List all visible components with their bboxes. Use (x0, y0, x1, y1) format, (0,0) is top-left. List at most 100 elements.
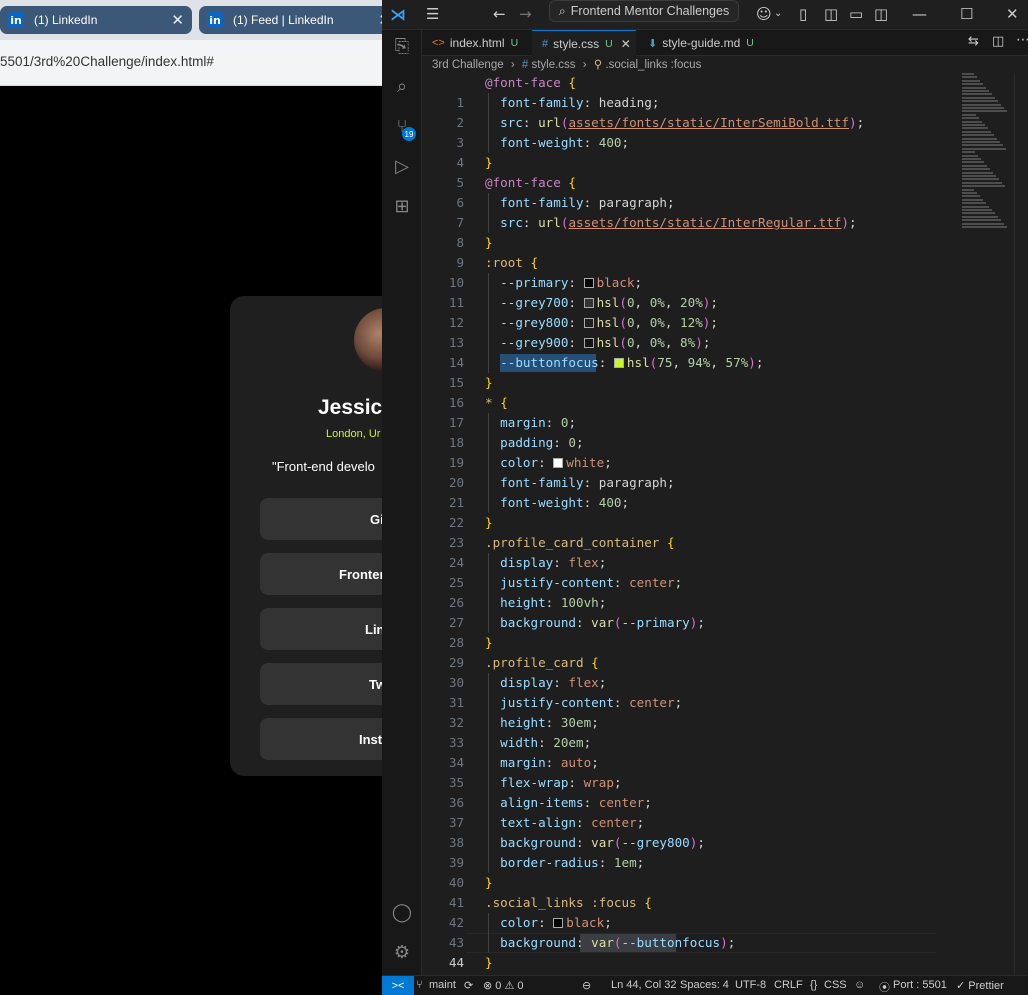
split-editor-icon[interactable]: ◫ (992, 34, 1004, 49)
code-line[interactable]: .profile_card { (485, 653, 599, 673)
browser-tab-linkedin[interactable]: in (1) LinkedIn ✕ (0, 6, 192, 34)
code-line[interactable]: justify-content: center; (485, 573, 682, 593)
code-line[interactable]: src: url(assets/fonts/static/InterRegula… (485, 213, 856, 233)
language-mode[interactable]: CSS (824, 979, 847, 991)
code-line[interactable]: :root { (485, 253, 538, 273)
code-line[interactable]: width: 20em; (485, 733, 591, 753)
copilot-icon[interactable]: ☺ (854, 979, 865, 991)
browser-tab-label: (1) LinkedIn (34, 13, 98, 27)
code-line[interactable]: flex-wrap: wrap; (485, 773, 621, 793)
copilot-icon[interactable]: ☺ (756, 5, 772, 23)
code-line[interactable]: padding: 0; (485, 433, 583, 453)
code-line[interactable]: } (485, 873, 493, 893)
breadcrumb-symbol[interactable]: .social_links :focus (605, 59, 701, 71)
code-line[interactable]: } (485, 233, 493, 253)
code-line[interactable]: .social_links :focus { (485, 893, 652, 913)
close-icon[interactable]: ✕ (621, 37, 631, 51)
minimize-icon[interactable]: — (912, 5, 927, 23)
account-icon[interactable]: ◯ (390, 902, 414, 926)
code-line[interactable]: --primary: black; (485, 273, 642, 293)
code-line[interactable]: --grey800: hsl(0, 0%, 12%); (485, 313, 718, 333)
code-line[interactable]: background: var(--buttonfocus); (485, 933, 735, 953)
code-line[interactable]: --grey900: hsl(0, 0%, 8%); (485, 333, 710, 353)
toggle-panel-icon[interactable]: ▭ (849, 5, 863, 23)
code-line[interactable]: display: flex; (485, 673, 606, 693)
code-line[interactable]: src: url(assets/fonts/static/InterSemiBo… (485, 113, 864, 133)
code-line[interactable]: font-family: heading; (485, 93, 659, 113)
code-line[interactable]: .profile_card_container { (485, 533, 675, 553)
zoom-icon[interactable]: ⊖ (582, 979, 591, 992)
code-line[interactable]: font-weight: 400; (485, 493, 629, 513)
sync-icon[interactable]: ⟳ (464, 979, 473, 992)
editor-scrollbar[interactable] (1014, 73, 1028, 975)
cursor-position[interactable]: Ln 44, Col 32 (611, 979, 676, 991)
code-line[interactable]: height: 30em; (485, 713, 599, 733)
menu-icon[interactable]: ☰ (426, 5, 439, 23)
prettier-status[interactable]: ✓ Prettier (956, 979, 1004, 992)
code-line[interactable]: display: flex; (485, 553, 606, 573)
branch-name[interactable]: maint (429, 979, 456, 991)
breadcrumb-file[interactable]: style.css (531, 59, 575, 71)
remote-indicator[interactable]: >< (382, 976, 414, 995)
breadcrumb-folder[interactable]: 3rd Challenge (432, 59, 504, 71)
code-line[interactable]: background: var(--primary); (485, 613, 705, 633)
line-ending[interactable]: CRLF (774, 979, 803, 991)
code-line[interactable]: font-family: paragraph; (485, 473, 674, 493)
code-line[interactable]: --grey700: hsl(0, 0%, 20%); (485, 293, 718, 313)
tab-style-guide-md[interactable]: ⬇ style-guide.md U (638, 30, 768, 56)
encoding[interactable]: UTF-8 (735, 979, 766, 991)
browser-tab-feed[interactable]: in (1) Feed | LinkedIn ✕ (199, 6, 399, 34)
code-line[interactable]: } (485, 153, 493, 173)
code-line[interactable]: } (485, 373, 493, 393)
minimap-line (962, 168, 990, 171)
more-actions-icon[interactable]: ⋯ (1016, 32, 1028, 48)
code-line[interactable]: border-radius: 1em; (485, 853, 644, 873)
code-line[interactable]: color: white; (485, 453, 612, 473)
code-line[interactable]: } (485, 633, 493, 653)
code-line[interactable]: text-align: center; (485, 813, 644, 833)
toggle-secondary-sidebar-icon[interactable]: ◫ (874, 5, 888, 23)
close-window-icon[interactable]: ✕ (1006, 5, 1019, 23)
code-line[interactable]: } (485, 953, 493, 973)
code-line[interactable]: margin: 0; (485, 413, 576, 433)
address-bar[interactable]: 5501/3rd%20Challenge/index.html# (0, 40, 390, 86)
toggle-sidebar-icon[interactable]: ◫ (824, 5, 838, 23)
customize-layout-icon[interactable]: ▯ (799, 5, 807, 23)
code-line[interactable]: @font-face { (485, 73, 576, 93)
code-line[interactable]: margin: auto; (485, 753, 599, 773)
explorer-icon[interactable]: ⎘ (390, 36, 414, 60)
extensions-icon[interactable]: ⊞ (390, 196, 414, 220)
maximize-icon[interactable]: ☐ (960, 5, 973, 23)
tab-style-css[interactable]: # style.css U ✕ (532, 30, 636, 56)
code-line[interactable]: --buttonfocus: hsl(75, 94%, 57%); (485, 353, 763, 373)
url-text[interactable]: 5501/3rd%20Challenge/index.html# (0, 54, 214, 69)
close-icon[interactable]: ✕ (171, 11, 184, 29)
code-line[interactable]: height: 100vh; (485, 593, 606, 613)
code-line[interactable]: align-items: center; (485, 793, 652, 813)
chevron-down-icon[interactable]: ⌄ (774, 8, 782, 19)
command-center-search[interactable]: ⌕ Frontend Mentor Challenges (549, 0, 739, 22)
line-number: 26 (448, 595, 464, 610)
line-number: 18 (448, 435, 464, 450)
code-line[interactable]: font-family: paragraph; (485, 193, 674, 213)
back-arrow-icon[interactable]: ← (493, 5, 506, 23)
live-server-port[interactable]: Port : 5501 (893, 979, 947, 991)
line-number: 44 (448, 955, 464, 970)
run-debug-icon[interactable]: ▷ (390, 156, 414, 180)
code-line[interactable]: font-weight: 400; (485, 133, 629, 153)
code-line[interactable]: color: black; (485, 913, 612, 933)
minimap[interactable] (962, 73, 1012, 233)
search-icon[interactable]: ⌕ (390, 76, 414, 100)
code-editor[interactable]: 1 2 3 4 5 6 7 8 9 10 11 12 13 14 15 16 17 18 19 20 21 22 23 24 2… (422, 73, 952, 990)
indentation[interactable]: Spaces: 4 (680, 979, 729, 991)
tab-index-html[interactable]: <> index.html U (422, 30, 530, 56)
code-line[interactable]: background: var(--grey800); (485, 833, 705, 853)
code-line[interactable]: } (485, 513, 493, 533)
code-line[interactable]: @font-face { (485, 173, 576, 193)
code-line[interactable]: * { (485, 393, 508, 413)
compare-changes-icon[interactable]: ⇆ (968, 34, 979, 49)
code-line[interactable]: justify-content: center; (485, 693, 682, 713)
problems-indicator[interactable]: ⊗ 0 ⚠ 0 (483, 979, 523, 992)
forward-arrow-icon[interactable]: → (519, 5, 532, 23)
gear-icon[interactable]: ⚙ (390, 942, 414, 966)
